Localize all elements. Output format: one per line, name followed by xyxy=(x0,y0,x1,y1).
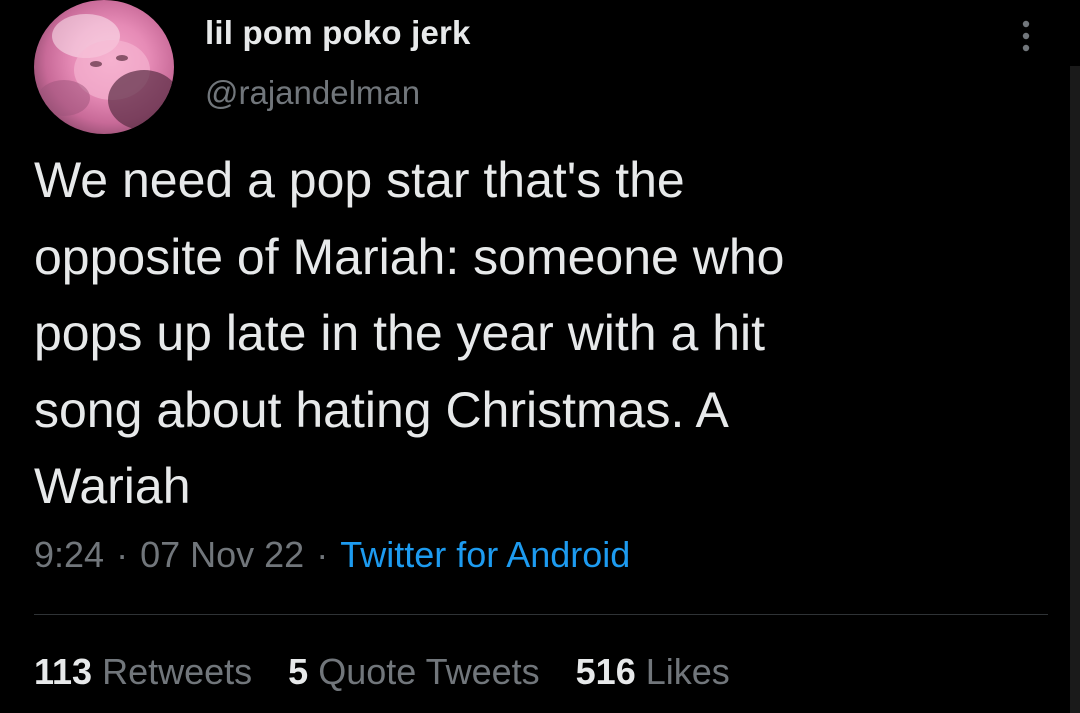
likes-label: Likes xyxy=(645,651,730,692)
retweets-label: Retweets xyxy=(102,651,253,692)
tweet-text: We need a pop star that's the opposite o… xyxy=(34,152,785,514)
tweet-stats: 113 Retweets 5 Quote Tweets 516 Likes xyxy=(34,651,766,693)
avatar[interactable] xyxy=(34,0,174,134)
tweet-date[interactable]: 07 Nov 22 xyxy=(140,534,304,575)
retweets-count: 113 xyxy=(34,651,93,692)
meta-separator: · xyxy=(316,534,329,575)
display-name[interactable]: lil pom poko jerk xyxy=(205,14,471,52)
quote-tweets-count: 5 xyxy=(288,651,309,692)
tweet-detail: lil pom poko jerk @rajandelman We need a… xyxy=(0,0,1080,713)
quote-tweets-stat[interactable]: 5 Quote Tweets xyxy=(288,651,540,692)
tweet-time[interactable]: 9:24 xyxy=(34,534,104,575)
retweets-stat[interactable]: 113 Retweets xyxy=(34,651,252,692)
more-vertical-icon[interactable] xyxy=(1014,16,1038,56)
user-handle[interactable]: @rajandelman xyxy=(205,74,420,112)
likes-stat[interactable]: 516 Likes xyxy=(576,651,730,692)
quote-tweets-label: Quote Tweets xyxy=(318,651,540,692)
tweet-source-link[interactable]: Twitter for Android xyxy=(340,534,630,575)
meta-separator: · xyxy=(116,534,129,575)
scrollbar[interactable] xyxy=(1070,66,1080,713)
likes-count: 516 xyxy=(575,651,636,692)
tweet-meta: 9:24 · 07 Nov 22 · Twitter for Android xyxy=(34,534,630,576)
avatar-photo-icon xyxy=(38,14,174,130)
divider xyxy=(34,614,1048,615)
